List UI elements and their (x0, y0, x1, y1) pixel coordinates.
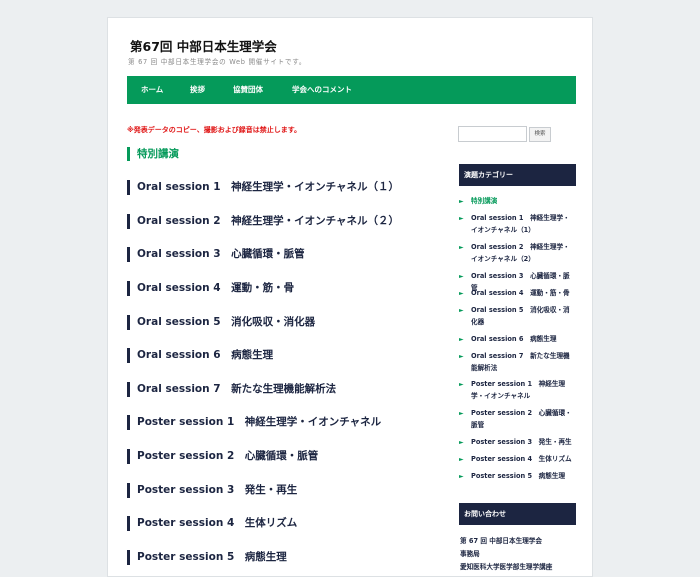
arrow-right-icon: ► (459, 215, 464, 222)
nav-greeting[interactable]: 挨拶 (190, 76, 205, 104)
arrow-right-icon: ► (459, 439, 464, 446)
session-link-poster-5[interactable]: Poster session 5 病態生理 (127, 550, 287, 565)
category-item-oral-7[interactable]: ► Oral session 7 新たな生理機能解析法 (459, 351, 576, 374)
arrow-right-icon: ► (459, 336, 464, 343)
nav-sponsors[interactable]: 協賛団体 (233, 76, 263, 104)
contact-widget-title: お問い合わせ (459, 503, 576, 525)
session-link-poster-4[interactable]: Poster session 4 生体リズム (127, 516, 297, 531)
session-link-oral-3[interactable]: Oral session 3 心臓循環・脈管 (127, 247, 305, 262)
category-item-poster-1[interactable]: ► Poster session 1 神経生理学・イオンチャネル (459, 379, 576, 402)
copy-warning: ※発表データのコピー、撮影および録音は禁止します。 (127, 126, 302, 134)
session-link-oral-6[interactable]: Oral session 6 病態生理 (127, 348, 273, 363)
session-link-poster-2[interactable]: Poster session 2 心臓循環・脈管 (127, 449, 318, 464)
category-item-poster-3[interactable]: ► Poster session 3 発生・再生 (459, 437, 576, 449)
session-link-oral-1[interactable]: Oral session 1 神経生理学・イオンチャネル（１） (127, 180, 399, 195)
arrow-right-icon: ► (459, 381, 464, 388)
session-link-oral-4[interactable]: Oral session 4 運動・筋・骨 (127, 281, 294, 296)
contact-line-office: 事務局 (460, 550, 480, 558)
site-description: 第 67 回 中部日本生理学会の Web 開催サイトです。 (128, 58, 307, 66)
arrow-right-icon: ► (459, 410, 464, 417)
search-button[interactable]: 検索 (529, 127, 551, 142)
arrow-right-icon: ► (459, 290, 464, 297)
arrow-right-icon: ► (459, 473, 464, 480)
category-item-poster-2[interactable]: ► Poster session 2 心臓循環・脈管 (459, 408, 576, 431)
site-title[interactable]: 第67回 中部日本生理学会 (130, 36, 277, 55)
category-item-oral-4[interactable]: ► Oral session 4 運動・筋・骨 (459, 288, 576, 300)
category-item-oral-5[interactable]: ► Oral session 5 消化吸収・消化器 (459, 305, 576, 328)
session-link-oral-7[interactable]: Oral session 7 新たな生理機能解析法 (127, 382, 336, 397)
category-widget-title: 演題カテゴリー (459, 164, 576, 186)
category-item-special-lecture[interactable]: ► 特別講演 (459, 196, 576, 208)
category-item-poster-4[interactable]: ► Poster session 4 生体リズム (459, 454, 576, 466)
nav-comments[interactable]: 学会へのコメント (292, 76, 352, 104)
session-link-oral-5[interactable]: Oral session 5 消化吸収・消化器 (127, 315, 315, 330)
arrow-right-icon: ► (459, 456, 464, 463)
arrow-right-icon: ► (459, 307, 464, 314)
arrow-right-icon: ► (459, 244, 464, 251)
category-item-poster-5[interactable]: ► Poster session 5 病態生理 (459, 471, 576, 483)
arrow-right-icon: ► (459, 198, 464, 205)
session-link-oral-2[interactable]: Oral session 2 神経生理学・イオンチャネル（２） (127, 214, 399, 229)
category-item-oral-6[interactable]: ► Oral session 6 病態生理 (459, 334, 576, 346)
nav-home[interactable]: ホーム (141, 76, 163, 104)
search-input[interactable] (458, 126, 527, 142)
category-item-oral-2[interactable]: ► Oral session 2 神経生理学・イオンチャネル（2） (459, 242, 576, 265)
session-link-poster-1[interactable]: Poster session 1 神経生理学・イオンチャネル (127, 415, 381, 430)
contact-line-org: 第 67 回 中部日本生理学会 (460, 537, 542, 545)
arrow-right-icon: ► (459, 353, 464, 360)
contact-line-address: 愛知医科大学医学部生理学講座 (460, 563, 553, 571)
section-title-special-lecture[interactable]: 特別講演 (127, 147, 179, 161)
page-container: 第67回 中部日本生理学会 第 67 回 中部日本生理学会の Web 開催サイト… (107, 17, 593, 577)
session-link-poster-3[interactable]: Poster session 3 発生・再生 (127, 483, 297, 498)
category-item-oral-1[interactable]: ► Oral session 1 神経生理学・イオンチャネル（1） (459, 213, 576, 236)
arrow-right-icon: ► (459, 273, 464, 280)
main-nav: ホーム 挨拶 協賛団体 学会へのコメント (127, 76, 576, 104)
